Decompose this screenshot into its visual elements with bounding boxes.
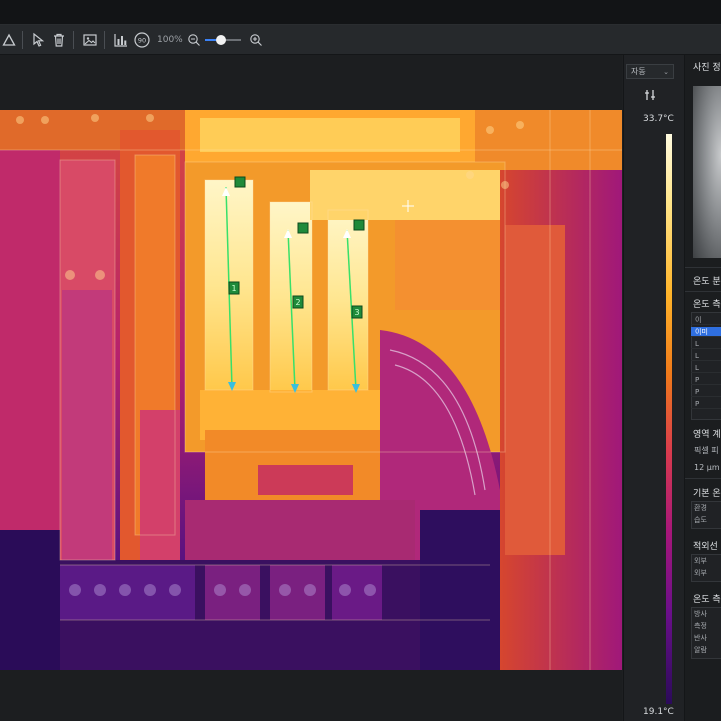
measure-handle[interactable] xyxy=(234,176,246,188)
marker-label-1: 1 xyxy=(231,284,236,293)
reflected-row[interactable]: 반사 xyxy=(694,633,721,643)
delete-icon[interactable] xyxy=(51,29,67,51)
zoom-level-label: 100% xyxy=(157,34,183,45)
infrared-title: 적외선 xyxy=(693,542,718,552)
measure-row[interactable]: L xyxy=(691,339,721,349)
zoom-out-icon[interactable] xyxy=(187,29,201,51)
rotate-90-icon[interactable]: 90 xyxy=(133,29,151,51)
alarm-row[interactable]: 알람 xyxy=(694,645,721,655)
humidity-row[interactable]: 습도 xyxy=(694,515,721,525)
svg-text:90: 90 xyxy=(138,36,146,44)
measure-row[interactable]: 이 xyxy=(691,315,721,325)
pixel-pitch-value: 12 μm xyxy=(694,463,720,472)
scale-mode-value: 자동 xyxy=(631,67,646,76)
external-row[interactable]: 외부 xyxy=(694,568,721,578)
measure-row[interactable]: L xyxy=(691,363,721,373)
temp-distribution-title: 온도 분 xyxy=(693,277,721,287)
temperature-scale-bar xyxy=(623,55,684,721)
adjust-icon[interactable] xyxy=(643,88,657,102)
measure-handle[interactable] xyxy=(353,219,365,231)
basic-temp-title: 기본 온 xyxy=(693,489,721,499)
measure-handle[interactable] xyxy=(297,222,309,234)
chevron-down-icon: ⌄ xyxy=(663,67,669,76)
temp-measure-title: 온도 측 xyxy=(693,300,721,310)
toolbar-divider xyxy=(104,30,105,49)
scale-mode-select[interactable]: 자동 ⌄ xyxy=(626,64,674,79)
measure-row[interactable]: L xyxy=(691,351,721,361)
zoom-in-icon[interactable] xyxy=(249,29,263,51)
toolbar-divider xyxy=(73,30,74,49)
measure-row[interactable]: P xyxy=(691,387,721,397)
pixel-pitch-label: 픽셀 피 xyxy=(694,446,719,455)
measure-row-selected[interactable]: 이미 xyxy=(691,327,721,337)
marker-label-2: 2 xyxy=(295,298,300,307)
min-temp-label: 19.1°C xyxy=(643,707,674,717)
measure-row[interactable]: P xyxy=(691,375,721,385)
env-temp-row[interactable]: 환경 xyxy=(694,503,721,513)
marker-label-3: 3 xyxy=(354,308,359,317)
temperature-gradient xyxy=(666,134,672,704)
thermal-image[interactable]: 1 2 3 xyxy=(0,110,622,670)
area-calc-title: 영역 계 xyxy=(693,430,721,440)
emissivity-row[interactable]: 방사 xyxy=(694,609,721,619)
photo-info-title: 사진 정 xyxy=(693,63,721,73)
toolbar: 90 100% xyxy=(0,25,721,55)
divider xyxy=(685,478,721,479)
max-temp-label: 33.7°C xyxy=(643,114,674,124)
triangle-tool-icon[interactable] xyxy=(2,29,16,51)
visible-photo-thumbnail[interactable] xyxy=(693,86,721,258)
image-icon[interactable] xyxy=(82,29,98,51)
measure-distance-row[interactable]: 측정 xyxy=(694,621,721,631)
chart-icon[interactable] xyxy=(113,29,129,51)
title-bar xyxy=(0,0,721,25)
external-row[interactable]: 외부 xyxy=(694,556,721,566)
pointer-select-icon[interactable] xyxy=(31,29,47,51)
measure-row[interactable]: P xyxy=(691,399,721,409)
toolbar-divider xyxy=(22,30,23,49)
zoom-slider[interactable] xyxy=(204,34,241,46)
divider xyxy=(685,267,721,268)
temp-measure-settings-title: 온도 측 xyxy=(693,595,721,605)
divider xyxy=(685,291,721,292)
info-side-panel: 사진 정 온도 분 온도 측 이 이미 L L L P P P 영역 계 픽셀 … xyxy=(684,55,721,721)
zoom-slider-knob[interactable] xyxy=(215,34,226,45)
